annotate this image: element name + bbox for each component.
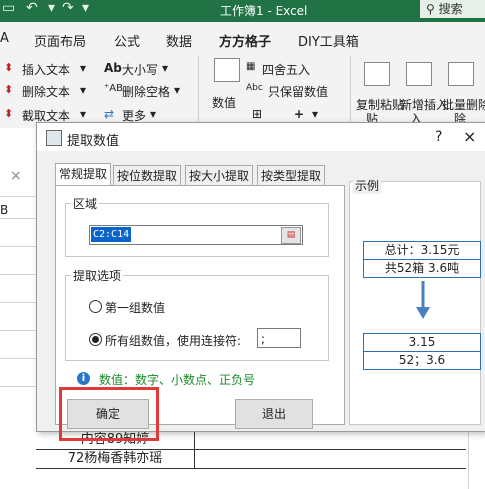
- undo-icon[interactable]: ↶: [26, 0, 38, 16]
- gridline: [0, 218, 40, 219]
- gridline: [0, 246, 40, 247]
- numeric-icon: [214, 58, 240, 82]
- gridline: [0, 196, 40, 197]
- highlight-annotation: [59, 387, 159, 441]
- help-button[interactable]: ?: [435, 129, 442, 145]
- keep-formula-button[interactable]: 只保留数值: [268, 83, 328, 100]
- column-header-b[interactable]: B: [0, 203, 8, 217]
- insert-text-button[interactable]: 插入文本: [22, 61, 70, 78]
- truncate-text-dropdown-icon[interactable]: ▾: [80, 107, 86, 121]
- exit-button[interactable]: 退出: [235, 399, 313, 429]
- example-input-line: 共52箱 3.6吨: [364, 259, 480, 277]
- ribbon-separator: [350, 56, 351, 124]
- tab-extract-by-digits[interactable]: 按位数提取: [113, 165, 182, 186]
- info-icon: i: [77, 372, 90, 385]
- radio-first-group[interactable]: [89, 300, 102, 313]
- radio-first-group-label[interactable]: 第一组数值: [105, 299, 165, 316]
- rounding-icon: ▦: [246, 61, 256, 72]
- redo-icon[interactable]: ↷: [62, 0, 74, 16]
- gridline: [0, 386, 40, 387]
- gridline: [0, 330, 40, 331]
- more-icon: ⇄: [104, 107, 115, 121]
- plus-icon[interactable]: +: [294, 107, 304, 121]
- delete-space-dropdown-icon[interactable]: ▾: [174, 83, 180, 97]
- example-output-box: 3.15 52；3.6: [363, 333, 481, 370]
- ribbon-tabs: A 页面布局 公式 数据 方方格子 DIY工具箱: [0, 22, 485, 55]
- range-group-label: 区域: [71, 195, 100, 212]
- gridline: [0, 302, 40, 303]
- case-dropdown-icon[interactable]: ▾: [162, 61, 168, 75]
- tab-data[interactable]: 数据: [166, 31, 192, 50]
- undo-dropdown-icon[interactable]: ▾: [48, 0, 55, 16]
- batch-delete-icon: [448, 62, 474, 86]
- ribbon: ⬍ 插入文本 ▾ ⬍ 删除文本 ▾ ⬍ 截取文本 ▾ Ab 大小写 ▾ ⁺AB …: [0, 52, 485, 129]
- search-box[interactable]: ⚲ 搜索: [420, 0, 485, 18]
- split-icon[interactable]: ⊞: [252, 107, 262, 121]
- search-label: 搜索: [438, 2, 463, 16]
- tab-extract-by-size[interactable]: 按大小提取: [185, 165, 254, 186]
- rounding-button[interactable]: 四舍五入: [262, 61, 310, 78]
- close-button[interactable]: ×: [463, 127, 476, 146]
- separator-input[interactable]: ;: [257, 328, 301, 348]
- delete-space-icon: ⁺AB: [104, 83, 123, 94]
- numeric-button[interactable]: 数值: [212, 94, 236, 111]
- delete-text-dropdown-icon[interactable]: ▾: [80, 83, 86, 97]
- example-output-line: 52；3.6: [364, 351, 480, 369]
- tab-formulas[interactable]: 公式: [114, 31, 140, 50]
- options-group-label: 提取选项: [71, 267, 124, 284]
- delete-text-icon: ⬍: [4, 83, 14, 96]
- more-dropdown-icon[interactable]: ▾: [150, 107, 156, 121]
- truncate-text-icon: ⬍: [4, 107, 14, 120]
- extract-number-dialog: 提取数值 ? × 常规提取 按位数提取 按大小提取 按类型提取 区域 C2:C1…: [36, 122, 485, 432]
- add-insert-icon: [406, 62, 432, 86]
- info-text: 数值：数字、小数点、正负号: [99, 373, 256, 387]
- example-output-line: 3.15: [408, 335, 436, 349]
- keep-formula-icon: Abc: [246, 83, 263, 93]
- table-row[interactable]: 72杨梅香韩亦瑶: [36, 449, 466, 469]
- range-picker-icon[interactable]: ▤: [281, 227, 301, 244]
- radio-all-groups[interactable]: [89, 333, 102, 346]
- tab-extract-by-type[interactable]: 按类型提取: [257, 165, 326, 186]
- insert-text-icon: ⬍: [4, 61, 14, 74]
- tab-home[interactable]: A: [0, 31, 9, 46]
- plus-dropdown-icon[interactable]: ▾: [312, 107, 318, 121]
- down-arrow-icon: [416, 281, 430, 319]
- dialog-app-icon: [46, 130, 62, 146]
- window-title: 工作簿1 - Excel: [220, 4, 308, 18]
- ribbon-separator: [198, 56, 199, 124]
- dialog-title: 提取数值: [67, 134, 120, 149]
- title-bar: ▭ ↶ ▾ ↷ ▾ 工作簿1 - Excel ⚲ 搜索: [0, 0, 485, 22]
- example-input-box: 总计：3.15元 共52箱 3.6吨: [363, 241, 481, 278]
- tab-diy-toolbox[interactable]: DIY工具箱: [298, 31, 359, 50]
- tab-normal-extract[interactable]: 常规提取: [55, 163, 112, 186]
- case-button[interactable]: 大小写: [122, 61, 158, 78]
- radio-all-groups-label[interactable]: 所有组数值，使用连接符:: [105, 332, 241, 349]
- example-label: 示例: [353, 177, 382, 194]
- search-icon: ⚲: [426, 2, 439, 16]
- case-icon: Ab: [104, 61, 122, 75]
- dialog-title-bar[interactable]: 提取数值 ? ×: [37, 123, 485, 151]
- delete-text-button[interactable]: 删除文本: [22, 83, 70, 100]
- gridline: [0, 274, 40, 275]
- redo-dropdown-icon[interactable]: ▾: [82, 0, 89, 16]
- tab-page-layout[interactable]: 页面布局: [34, 31, 86, 50]
- insert-text-dropdown-icon[interactable]: ▾: [80, 61, 86, 75]
- cell[interactable]: 72杨梅香韩亦瑶: [36, 450, 195, 468]
- range-value: C2:C14: [91, 227, 132, 242]
- example-input-line: 总计：3.15元: [384, 243, 460, 257]
- add-insert-button[interactable]: 新增插入: [400, 96, 448, 113]
- delete-space-button[interactable]: 删除空格: [122, 83, 170, 100]
- formula-close-icon[interactable]: ×: [10, 168, 22, 184]
- copy-paste-button[interactable]: 复制粘贴: [356, 96, 404, 113]
- save-icon[interactable]: ▭: [2, 0, 15, 16]
- range-input[interactable]: C2:C14 ▤: [89, 225, 303, 245]
- gridline: [0, 358, 40, 359]
- copy-paste-icon: [364, 62, 390, 86]
